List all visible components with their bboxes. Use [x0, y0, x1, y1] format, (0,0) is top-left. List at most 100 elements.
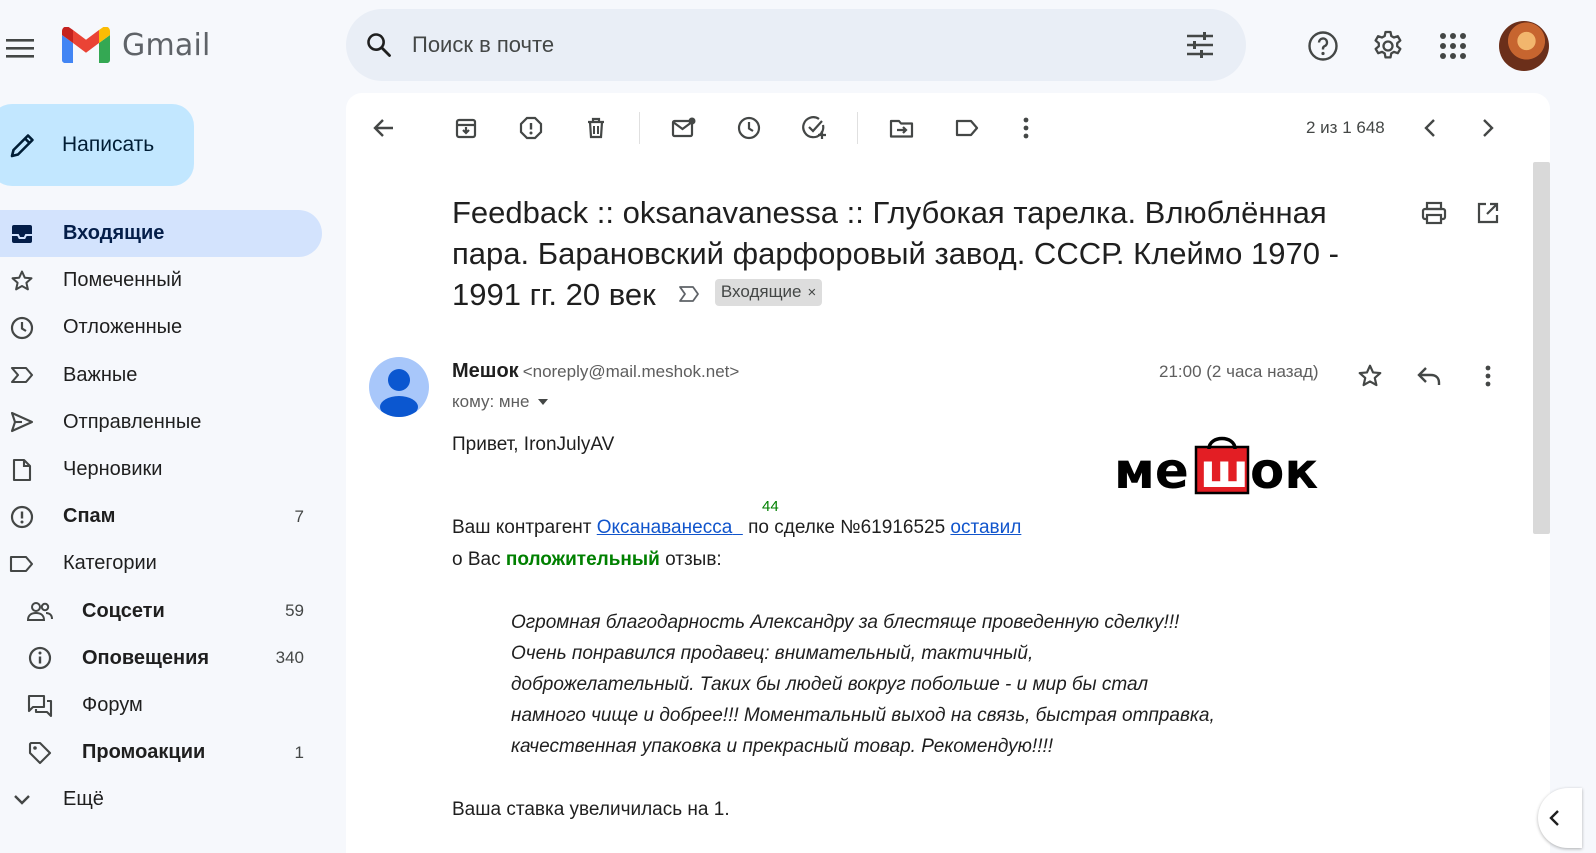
search-input[interactable] — [412, 32, 1176, 58]
positive-word: положительный — [505, 549, 660, 570]
open-new-window-button[interactable] — [1468, 193, 1508, 233]
search-icon[interactable] — [364, 31, 394, 59]
recipient-text: кому: мне — [452, 392, 530, 411]
chevron-left-icon — [1549, 810, 1559, 826]
help-icon — [1308, 31, 1338, 61]
open-in-new-icon — [1477, 202, 1499, 224]
report-spam-button[interactable] — [511, 108, 551, 148]
star-icon — [8, 267, 36, 295]
chevron-right-icon — [1483, 119, 1494, 137]
spam-icon — [8, 503, 36, 531]
menu-icon — [6, 39, 34, 58]
sidebar-item-label: Соцсети — [82, 599, 165, 622]
compose-label: Написать — [62, 133, 155, 156]
line1-mid: по сделке №61916525 — [742, 517, 951, 538]
apps-button[interactable] — [1429, 22, 1477, 70]
main-menu-button[interactable] — [0, 28, 40, 68]
add-to-tasks-button[interactable] — [795, 108, 835, 148]
forum-icon — [26, 692, 54, 720]
move-to-button[interactable] — [882, 108, 922, 148]
message-more-button[interactable] — [1468, 356, 1508, 396]
inbox-label-chip[interactable]: Входящие × — [714, 279, 823, 307]
archive-icon — [455, 118, 477, 139]
remove-label-button[interactable]: × — [808, 284, 817, 301]
back-button[interactable] — [364, 108, 404, 148]
search-options-button[interactable] — [1176, 21, 1224, 69]
recipient-details[interactable]: кому: мне — [452, 392, 549, 412]
app-name: Gmail — [122, 27, 211, 63]
labels-button[interactable] — [947, 108, 987, 148]
account-avatar[interactable] — [1499, 21, 1549, 71]
sidebar-item-5[interactable]: Черновики — [0, 446, 322, 493]
trash-icon — [588, 117, 604, 139]
reply-button[interactable] — [1409, 356, 1449, 396]
help-button[interactable] — [1299, 22, 1347, 70]
sidebar-item-label: Промоакции — [82, 741, 206, 764]
apps-icon — [1440, 33, 1466, 59]
meshok-logo: ме ш ок — [1114, 434, 1334, 500]
report-spam-icon — [519, 116, 543, 140]
reply-icon — [1417, 367, 1441, 385]
star-button[interactable] — [1350, 356, 1390, 396]
message-subject: Feedback :: oksanavanessa :: Глубокая та… — [452, 192, 1402, 315]
meshok-logo-right: ок — [1250, 442, 1318, 500]
greeting: Привет, IronJulyAV — [452, 434, 615, 455]
older-button[interactable] — [1468, 108, 1508, 148]
gmail-logo[interactable]: Gmail — [62, 27, 211, 63]
line1-prefix: Ваш контрагент — [452, 517, 597, 538]
quote-line: доброжелательный. Таких бы людей вокруг … — [511, 674, 1149, 695]
left-feedback-link[interactable]: оставил — [950, 517, 1021, 538]
mark-unread-icon — [671, 117, 696, 138]
counterparty-name: Оксанаванесса — [596, 517, 733, 538]
quote-line: качественная упаковка и прекрасный товар… — [511, 736, 1054, 757]
sidebar-category-3[interactable]: Промоакции 1 — [0, 729, 322, 776]
sidebar-category-2[interactable]: Форум — [0, 682, 322, 729]
pager-text: 2 из 1 648 — [1306, 118, 1385, 137]
sidebar-item-0[interactable]: Входящие — [0, 210, 322, 257]
sidebar-item-2[interactable]: Отложенные — [0, 304, 322, 351]
person-icon — [380, 369, 418, 417]
sidebar-item-label: Отложенные — [63, 316, 183, 339]
sidebar-more-button[interactable]: Ещё — [0, 776, 322, 823]
more-actions-button[interactable] — [1006, 108, 1046, 148]
search-options-icon — [1187, 32, 1213, 58]
toolbar-divider — [639, 112, 640, 144]
counterparty-link[interactable]: Оксанаванесса — [597, 517, 743, 538]
arrow-back-icon — [373, 119, 393, 137]
archive-button[interactable] — [446, 108, 486, 148]
people-icon — [26, 597, 54, 625]
scrollbar-thumb[interactable] — [1533, 162, 1550, 534]
compose-button[interactable]: Написать — [0, 104, 194, 186]
settings-icon — [1374, 30, 1402, 59]
search-bar[interactable] — [346, 9, 1246, 81]
print-button[interactable] — [1414, 193, 1454, 233]
settings-button[interactable] — [1364, 22, 1412, 70]
sidebar-item-1[interactable]: Помеченный — [0, 257, 322, 304]
sidebar-item-6[interactable]: Спам 7 — [0, 493, 322, 540]
chevron-down-icon — [8, 786, 36, 814]
delete-button[interactable] — [576, 108, 616, 148]
inbox-icon — [8, 220, 36, 248]
unread-count: 340 — [275, 648, 304, 668]
sidebar-category-1[interactable]: Оповещения 340 — [0, 635, 322, 682]
sidebar-item-label: Форум — [82, 694, 143, 716]
mark-unread-button[interactable] — [664, 108, 704, 148]
message-time: 21:00 (2 часа назад) — [1159, 362, 1319, 381]
newer-button[interactable] — [1410, 108, 1450, 148]
sidebar-item-label: Входящие — [63, 222, 165, 244]
feedback-count: 44 — [762, 498, 779, 515]
subject-text: Feedback :: oksanavanessa :: Глубокая та… — [452, 195, 1339, 312]
add-task-icon — [802, 116, 826, 139]
important-marker-icon[interactable] — [678, 285, 700, 303]
sender-avatar[interactable] — [369, 357, 429, 417]
gmail-m-icon — [62, 27, 110, 63]
snooze-button[interactable] — [729, 108, 769, 148]
sidebar-item-7[interactable]: Категории — [0, 540, 322, 587]
sidebar-item-4[interactable]: Отправленные — [0, 399, 322, 446]
sidebar-category-0[interactable]: Соцсети 59 — [0, 588, 322, 635]
sidebar-item-3[interactable]: Важные — [0, 352, 322, 399]
line2-suffix: отзыв: — [659, 549, 722, 570]
move-folder-icon — [889, 119, 914, 138]
sender-name[interactable]: Мешок — [452, 360, 519, 382]
info-icon — [26, 644, 54, 672]
